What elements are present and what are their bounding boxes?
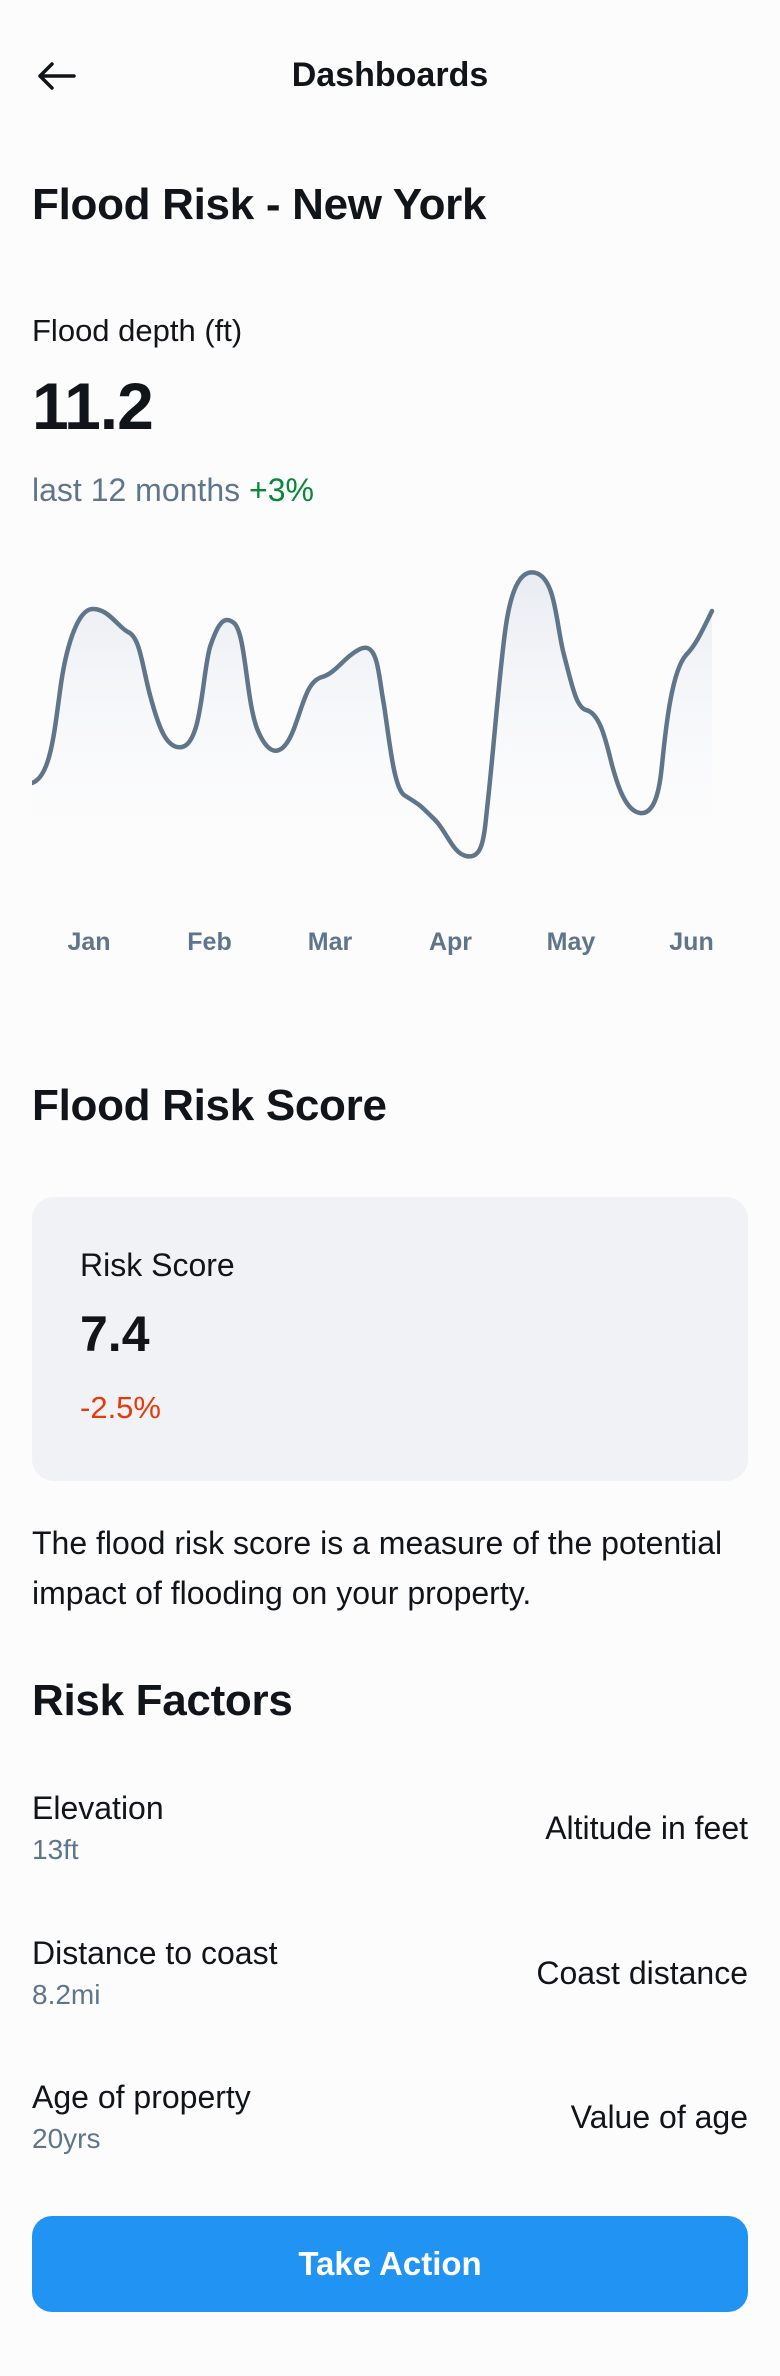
risk-factor-value: 13ft (32, 1834, 79, 1865)
metric-value: 11.2 (32, 369, 154, 443)
risk-factor-row[interactable]: Age of property 20yrs Value of age (32, 2079, 748, 2179)
risk-factor-row[interactable]: Distance to coast 8.2mi Coast distance (32, 1935, 748, 2035)
chart-x-tick-label: Jun (669, 928, 714, 956)
top-app-bar: Dashboards (0, 0, 780, 156)
risk-factor-detail: Coast distance (536, 1955, 748, 1991)
risk-score-value: 7.4 (80, 1306, 150, 1362)
page-title: Flood Risk - New York (32, 180, 487, 229)
chart-area (32, 572, 712, 875)
metric-change: +3% (249, 472, 314, 508)
risk-factor-name: Elevation (32, 1790, 164, 1826)
risk-factors-title: Risk Factors (32, 1676, 293, 1725)
risk-score-card: Risk Score 7.4 -2.5% (32, 1197, 748, 1481)
flood-depth-chart (32, 555, 748, 875)
metric-period: last 12 months (32, 472, 241, 508)
take-action-button[interactable]: Take Action (32, 2216, 748, 2312)
risk-factor-detail: Altitude in feet (545, 1810, 748, 1846)
chart-x-tick-label: Apr (428, 928, 473, 956)
risk-score-description: The flood risk score is a measure of the… (32, 1525, 723, 1611)
risk-factor-value: 20yrs (32, 2123, 101, 2154)
metric-period-line: last 12 months +3% (32, 472, 314, 509)
risk-factor-detail: Value of age (570, 2099, 748, 2135)
risk-factor-name: Distance to coast (32, 1935, 278, 1971)
risk-score-change: -2.5% (80, 1390, 161, 1425)
risk-factor-value: 8.2mi (32, 1979, 101, 2010)
risk-factor-name: Age of property (32, 2079, 251, 2115)
header-title: Dashboards (291, 56, 489, 94)
chart-x-tick-label: May (546, 928, 596, 956)
chart-x-axis: Jan Feb Mar Apr May Jun (32, 928, 748, 968)
chart-x-tick-label: Mar (307, 928, 353, 956)
risk-score-section-title: Flood Risk Score (32, 1081, 387, 1130)
chart-x-tick-label: Feb (187, 928, 232, 956)
risk-factor-row[interactable]: Elevation 13ft Altitude in feet (32, 1790, 748, 1890)
chart-x-tick-label: Jan (67, 928, 111, 956)
risk-score-label: Risk Score (80, 1247, 235, 1283)
metric-label: Flood depth (ft) (32, 313, 243, 348)
